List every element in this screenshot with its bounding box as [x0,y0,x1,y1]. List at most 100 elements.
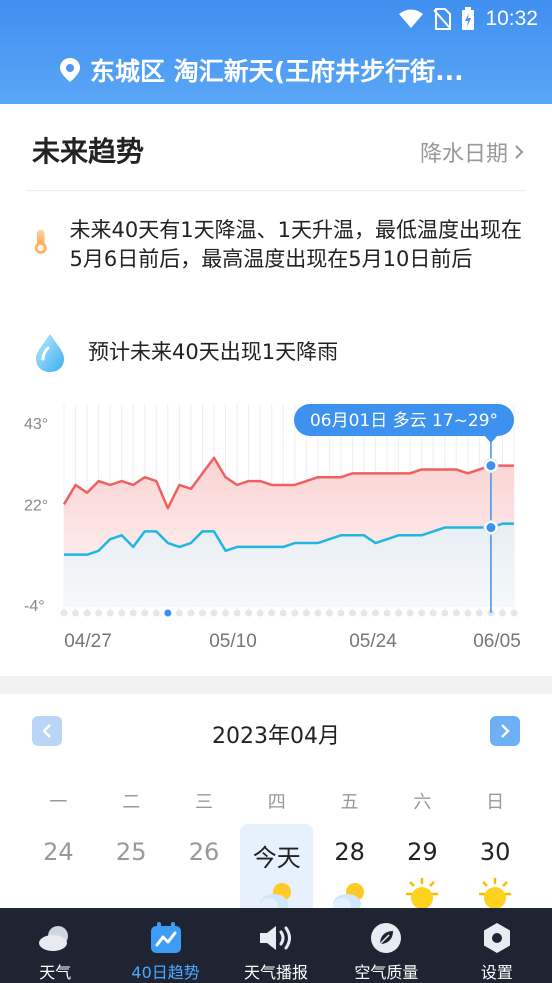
rain-summary: 预计未来40天出现1天降雨 [30,332,530,374]
day-dot [429,609,437,617]
temperature-summary-text: 未来40天有1天降温、1天升温，最低温度出现在5月6日前后，最高温度出现在5月1… [69,218,522,271]
day-dot [129,609,137,617]
next-month-button[interactable] [490,716,520,746]
day-number: 30 [479,838,511,866]
leaf-icon [368,920,404,955]
tab-weather[interactable]: 天气 [0,908,110,983]
header: 10:32 东城区 淘汇新天(王府井步行街... [0,0,552,104]
tab-settings[interactable]: 设置 [442,908,552,983]
weekday-label: 四 [267,792,286,813]
hexagon-settings-icon [479,920,515,955]
weekday-label: 一 [49,792,68,813]
day-dot [302,609,310,617]
day-dot [72,609,80,617]
x-tick-label: 05/10 [209,631,257,652]
calendar-day[interactable]: 30 [459,824,532,908]
calendar-day[interactable]: 28 [313,824,386,908]
no-sim-icon [433,8,452,30]
calendar-day[interactable]: 24 [22,824,95,908]
day-dot [337,609,345,617]
day-number: 今天 [252,844,301,872]
calendar-day[interactable]: 29 [386,824,459,908]
chart-tooltip-arrow [483,435,498,443]
sunny-icon [400,874,444,908]
day-dot [210,609,218,617]
location-name: 东城区 淘汇新天(王府井步行街... [90,57,464,86]
calendar-day-today[interactable]: 今天 [240,824,314,908]
location-selector[interactable]: 东城区 淘汇新天(王府井步行街... [60,52,540,88]
calendar: 2023年04月 一 二 三 四 五 六 日 24 25 26 今天 28 29 [0,694,552,908]
tab-label: 天气 [39,963,72,982]
tab-air-quality[interactable]: 空气质量 [331,908,441,983]
day-dot [106,609,114,617]
day-dot [314,609,322,617]
day-dot [498,609,506,617]
section-gap [0,676,552,694]
partly-cloudy-icon [255,874,299,908]
y-tick-label: 43° [24,416,48,433]
wifi-icon [399,9,424,28]
day-dot [95,609,103,617]
weekday-header: 一 二 三 四 五 六 日 [22,788,532,814]
rain-summary-text: 预计未来40天出现1天降雨 [88,340,339,364]
day-dot [233,609,241,617]
tab-label: 40日趋势 [131,963,200,982]
trend-card: 未来趋势 降水日期 未来40天有1天降温、1天升温，最低温度出现在5月6日前后，… [0,104,552,676]
day-dot [60,609,68,617]
clock-time: 10:32 [485,7,538,30]
day-number: 24 [43,838,74,866]
tab-40-day-trend[interactable]: 40日趋势 [110,908,220,983]
bottom-tab-bar: 天气 40日趋势 天气播报 空气质量 设置 [0,908,552,983]
status-bar: 10:32 [399,6,538,32]
day-dot [152,609,160,617]
thermometer-icon [34,229,47,254]
day-dot [245,609,253,617]
temperature-trend-chart[interactable]: 43° 22° -4° 04/27 05/10 05/24 06/05 06月01日 多云 1… [0,394,552,664]
highlight-point-high [486,461,496,471]
weekday-label: 三 [194,792,213,813]
precipitation-dates-label: 降水日期 [419,142,508,167]
day-dot [187,609,195,617]
day-dot [406,609,414,617]
day-dot [141,609,149,617]
day-dot [198,609,206,617]
raindrop-icon [36,334,64,372]
partly-cloudy-icon [328,874,372,908]
temperature-summary: 未来40天有1天降温、1天升温，最低温度出现在5月6日前后，最高温度出现在5月1… [30,216,530,274]
day-dot [256,609,264,617]
trend-calendar-icon [148,920,184,955]
x-tick-label: 06/05 [473,631,521,652]
precipitation-dates-link[interactable]: 降水日期 [420,136,524,168]
divider [26,190,526,191]
day-dot [279,609,287,617]
chevron-right-icon [515,145,524,159]
day-dot [83,609,91,617]
day-dot [118,609,126,617]
chevron-right-icon [501,724,510,738]
sunny-icon [473,874,517,908]
x-tick-label: 04/27 [64,631,112,652]
day-dot [441,609,449,617]
location-pin-icon [60,58,80,82]
tab-label: 设置 [480,963,513,982]
day-number: 26 [188,838,220,866]
calendar-day[interactable]: 25 [95,824,168,908]
y-tick-label: -4° [24,598,45,615]
day-number: 25 [115,838,147,866]
calendar-month: 2023年04月 [212,724,340,749]
day-dot [325,609,333,617]
day-dot [164,609,172,617]
day-dot [222,609,230,617]
tab-weather-broadcast[interactable]: 天气播报 [221,908,331,983]
day-dot [372,609,380,617]
day-dot [475,609,483,617]
tab-label: 天气播报 [244,963,309,982]
day-number: 28 [334,838,365,866]
weekday-label: 五 [340,792,359,813]
calendar-day[interactable]: 26 [168,824,241,908]
weekday-label: 六 [413,792,432,813]
weekday-label: 二 [122,792,141,813]
day-dot [348,609,356,617]
calendar-days: 24 25 26 今天 28 29 30 [22,824,532,908]
day-dot [418,609,426,617]
